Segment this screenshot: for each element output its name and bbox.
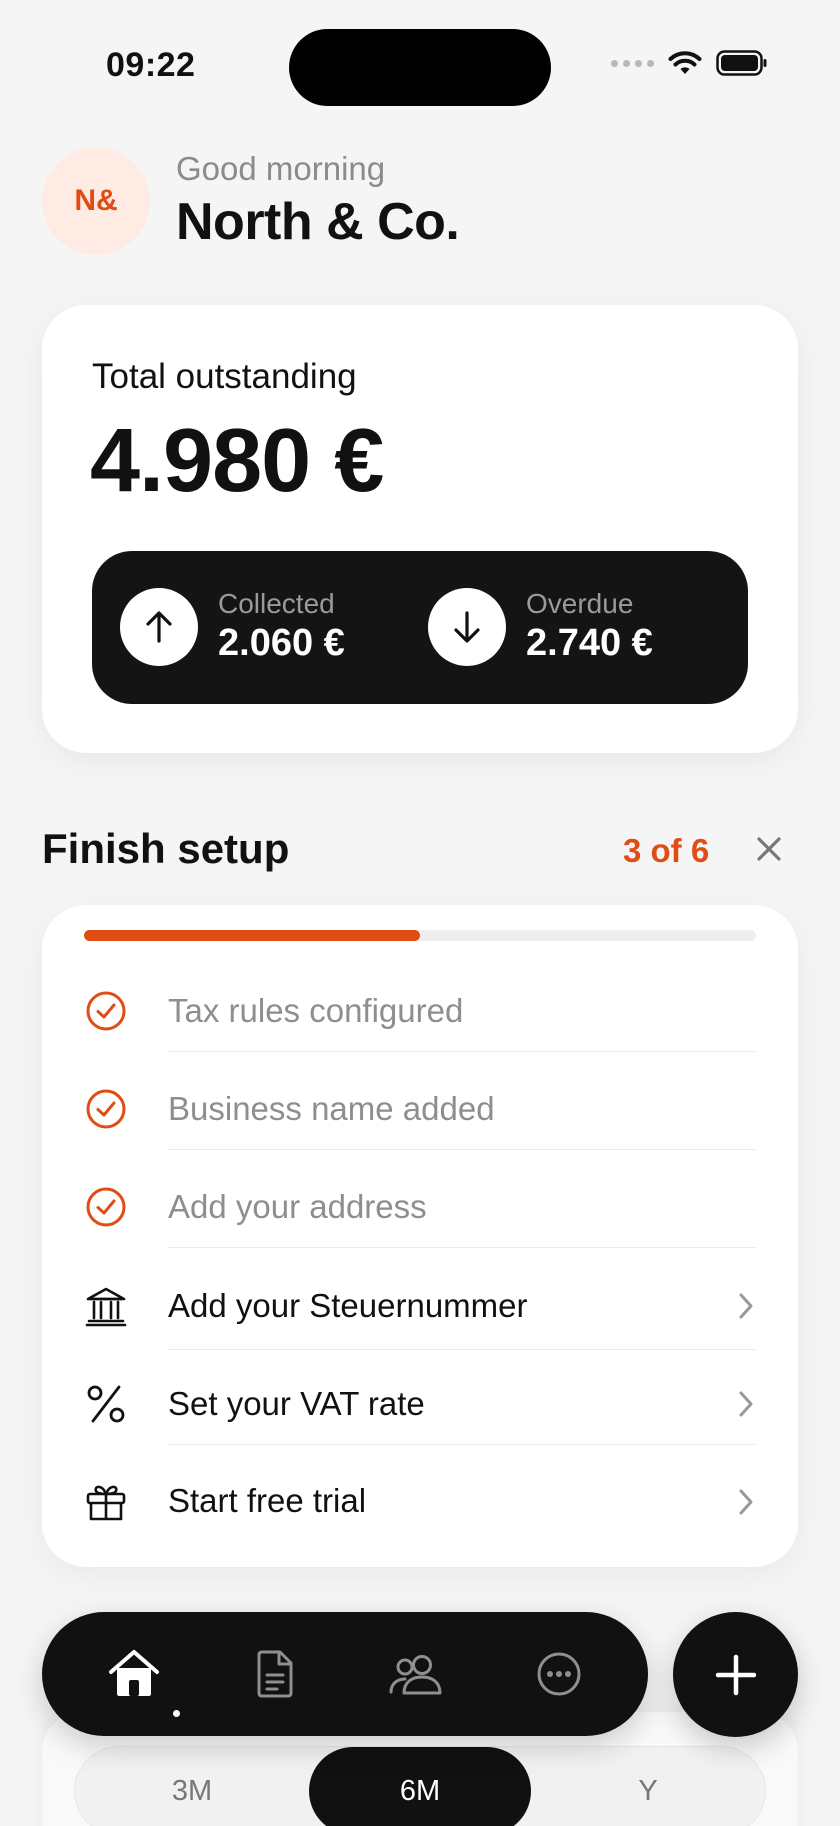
- setup-item-label: Add your Steuernummer: [168, 1287, 528, 1324]
- people-icon[interactable]: [387, 1646, 451, 1702]
- avatar[interactable]: N&: [42, 147, 150, 255]
- setup-item-tax-rules: Tax rules configured: [42, 962, 798, 1060]
- company-name: North & Co.: [176, 193, 460, 251]
- setup-item-business-name: Business name added: [42, 1060, 798, 1158]
- more-icon[interactable]: [531, 1646, 587, 1702]
- percent-icon: [84, 1382, 128, 1426]
- collected-label: Collected: [218, 588, 335, 619]
- setup-item-label: Start free trial: [168, 1482, 367, 1519]
- chevron-right-icon: [739, 1293, 753, 1319]
- arrow-down-icon: [428, 588, 506, 666]
- gift-icon: [84, 1480, 128, 1524]
- overdue-amount: 2.740 €: [526, 622, 653, 664]
- add-button[interactable]: [673, 1612, 798, 1737]
- collected-amount: 2.060 €: [218, 622, 345, 664]
- setup-item-label: Add your address: [168, 1188, 427, 1225]
- collection-stats-bar: Collected 2.060 € Overdue 2.740 €: [92, 551, 748, 704]
- setup-item-label: Tax rules configured: [168, 992, 464, 1029]
- setup-progress-count: 3 of 6: [623, 832, 710, 869]
- total-outstanding-amount: 4.980 €: [90, 411, 384, 511]
- battery-icon: [716, 50, 767, 76]
- period-option-y[interactable]: Y: [531, 1747, 765, 1826]
- check-circle-icon: [84, 989, 128, 1033]
- total-outstanding-card[interactable]: Total outstanding 4.980 € Collected 2.06…: [42, 305, 798, 753]
- period-option-3m[interactable]: 3M: [75, 1747, 309, 1826]
- period-option-6m[interactable]: 6M: [309, 1747, 531, 1826]
- overdue-stat[interactable]: Overdue 2.740 €: [428, 588, 653, 666]
- home-screen: 09:22 N& Good morning North & Co. Total …: [0, 0, 840, 1826]
- status-time: 09:22: [106, 46, 196, 84]
- greeting-text: Good morning: [176, 150, 386, 187]
- period-selector: 3M 6M Y: [74, 1746, 766, 1826]
- wifi-icon: [668, 51, 702, 74]
- arrow-up-icon: [120, 588, 198, 666]
- setup-item-address: Add your address: [42, 1158, 798, 1256]
- setup-progress-fill: [84, 930, 420, 941]
- setup-item-steuernummer[interactable]: Add your Steuernummer: [42, 1256, 798, 1356]
- setup-checklist-card: Tax rules configured Business name added…: [42, 905, 798, 1567]
- status-icons: [611, 50, 768, 76]
- active-tab-indicator: [173, 1710, 180, 1717]
- overdue-label: Overdue: [526, 588, 634, 619]
- setup-item-label: Set your VAT rate: [168, 1385, 425, 1422]
- dynamic-island: [289, 29, 551, 106]
- collected-stat[interactable]: Collected 2.060 €: [120, 588, 345, 666]
- setup-item-label: Business name added: [168, 1090, 495, 1127]
- cellular-signal-icon: [611, 59, 654, 67]
- document-icon[interactable]: [247, 1646, 303, 1702]
- chevron-right-icon: [739, 1489, 753, 1515]
- check-circle-icon: [84, 1087, 128, 1131]
- setup-title: Finish setup: [42, 825, 290, 872]
- chevron-right-icon: [739, 1391, 753, 1417]
- divider: [168, 1349, 756, 1350]
- total-outstanding-label: Total outstanding: [92, 357, 357, 396]
- setup-item-vat-rate[interactable]: Set your VAT rate: [42, 1356, 798, 1452]
- divider: [168, 1149, 756, 1150]
- divider: [168, 1444, 756, 1445]
- bank-icon: [84, 1285, 128, 1329]
- close-icon[interactable]: [754, 834, 784, 864]
- divider: [168, 1051, 756, 1052]
- setup-progress-bar: [84, 930, 756, 941]
- check-circle-icon: [84, 1185, 128, 1229]
- plus-icon: [715, 1654, 756, 1695]
- divider: [168, 1247, 756, 1248]
- bottom-nav-bar: [42, 1612, 648, 1736]
- home-icon[interactable]: [106, 1646, 162, 1702]
- setup-item-free-trial[interactable]: Start free trial: [42, 1452, 798, 1550]
